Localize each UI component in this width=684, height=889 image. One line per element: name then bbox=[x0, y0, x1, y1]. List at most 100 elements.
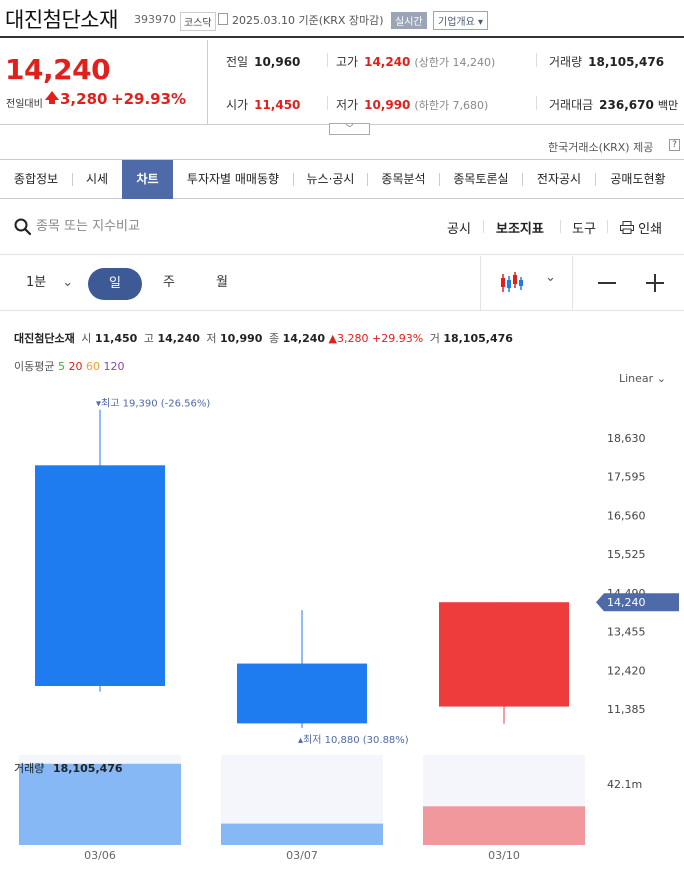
open-label: 시가 bbox=[226, 98, 249, 112]
period-selector: 1분 ⌄ 일 주 월 ⌄ bbox=[0, 256, 684, 311]
tab-investor-trading[interactable]: 투자자별 매매동향 bbox=[173, 160, 293, 199]
price-change-pct: +29.93% bbox=[111, 90, 187, 108]
open-value: 11,450 bbox=[254, 98, 301, 112]
chevron-down-icon[interactable]: ⌄ bbox=[545, 270, 556, 285]
print-label: 인쇄 bbox=[638, 222, 663, 237]
volume-bar bbox=[19, 763, 181, 845]
info-volume-key: 거 bbox=[429, 332, 440, 345]
info-volume: 18,105,476 bbox=[443, 332, 513, 345]
compare-search-input[interactable] bbox=[36, 216, 236, 236]
minute-interval-dropdown[interactable]: 1분 ⌄ bbox=[26, 271, 73, 290]
stock-code: 393970 bbox=[134, 13, 176, 26]
info-close-key: 종 bbox=[268, 332, 280, 345]
expand-toggle-button[interactable]: ﹀ bbox=[329, 123, 370, 135]
y-tick-label: 13,455 bbox=[607, 626, 646, 639]
company-overview-label: 기업개요 bbox=[438, 17, 475, 28]
tab-chart[interactable]: 차트 bbox=[122, 160, 173, 199]
min-annotation: ▴최저 10,880 (30.88%) bbox=[298, 734, 409, 746]
max-annotation: ▾최고 19,390 (-26.56%) bbox=[96, 398, 210, 410]
high-value: 14,240 bbox=[364, 55, 411, 69]
info-low-key: 저 bbox=[206, 332, 217, 345]
y-tick-label: 11,385 bbox=[607, 703, 646, 716]
tab-overview[interactable]: 종합정보 bbox=[0, 160, 72, 199]
base-date: 2025.03.10 기준(KRX 장마감) bbox=[232, 14, 384, 27]
period-week-button[interactable]: 주 bbox=[163, 271, 175, 290]
info-up-icon: ▲ bbox=[328, 332, 338, 345]
tab-short-selling[interactable]: 공매도현황 bbox=[596, 160, 680, 199]
candle-body bbox=[237, 663, 367, 724]
ohlc-info-line: 대진첨단소재 시 11,450 고 14,240 저 10,990 종 14,2… bbox=[14, 330, 513, 346]
lower-limit: (하한가 7,680) bbox=[414, 99, 489, 112]
volume-stat-value: 18,105,476 bbox=[588, 55, 665, 69]
tab-discussion[interactable]: 종목토론실 bbox=[440, 160, 522, 199]
info-change: 3,280 bbox=[337, 332, 369, 345]
x-tick-label: 03/10 bbox=[488, 849, 520, 860]
low-label: 저가 bbox=[336, 98, 359, 112]
limit-up-icon bbox=[45, 91, 59, 100]
source-note: 한국거래소(KRX) 제공 bbox=[548, 141, 654, 154]
tab-e-disclosure[interactable]: 전자공시 bbox=[523, 160, 595, 199]
printer-icon bbox=[620, 221, 634, 234]
info-change-pct: +29.93% bbox=[372, 332, 424, 345]
search-icon[interactable] bbox=[14, 218, 32, 236]
zoom-out-button[interactable] bbox=[598, 282, 616, 284]
volume-bar bbox=[221, 823, 383, 845]
scale-dropdown[interactable]: Linear ⌄ bbox=[619, 372, 666, 385]
market-badge: 코스닥 bbox=[180, 12, 216, 31]
y-tick-label: 17,595 bbox=[607, 471, 646, 484]
help-icon[interactable]: ? bbox=[669, 139, 680, 151]
x-tick-label: 03/06 bbox=[84, 849, 116, 860]
chart-toolbar: 공시 보조지표 도구 인쇄 bbox=[0, 200, 684, 255]
scale-label: Linear bbox=[619, 372, 654, 385]
high-price: 고가 14,240 (상한가 14,240) bbox=[336, 53, 495, 70]
period-month-button[interactable]: 월 bbox=[216, 271, 228, 290]
volume-bar bbox=[423, 806, 585, 845]
tab-news-disclosure[interactable]: 뉴스·공시 bbox=[294, 160, 367, 199]
y-tick-label: 18,630 bbox=[607, 432, 646, 445]
info-open: 11,450 bbox=[94, 332, 138, 345]
info-open-key: 시 bbox=[81, 332, 92, 345]
y-tick-label: 12,420 bbox=[607, 664, 646, 677]
volume-stat: 거래량 18,105,476 bbox=[549, 53, 664, 70]
realtime-badge[interactable]: 실시간 bbox=[391, 12, 427, 29]
stock-name: 대진첨단소재 bbox=[5, 8, 118, 32]
volume-tick-label: 42.1m bbox=[607, 778, 642, 791]
limit-up-icon-bar bbox=[49, 100, 55, 104]
tab-quotes[interactable]: 시세 bbox=[73, 160, 121, 199]
y-tick-label: 16,560 bbox=[607, 509, 646, 522]
tools-button[interactable]: 도구 bbox=[572, 218, 596, 237]
chevron-down-icon: ⌄ bbox=[62, 275, 74, 290]
candle-body bbox=[35, 465, 165, 686]
stock-header: 대진첨단소재 393970 코스닥 2025.03.10 기준(KRX 장마감)… bbox=[0, 0, 684, 38]
zoom-in-icon bbox=[654, 274, 656, 292]
candlestick-type-icon[interactable] bbox=[500, 272, 524, 294]
minute-label: 1분 bbox=[26, 275, 47, 290]
document-icon bbox=[218, 13, 228, 25]
prev-close-label: 전일 bbox=[226, 55, 249, 69]
indicator-button[interactable]: 보조지표 bbox=[496, 218, 544, 237]
disclosure-button[interactable]: 공시 bbox=[447, 218, 471, 237]
amount-value: 236,670 bbox=[599, 98, 654, 112]
volume-stat-label: 거래량 bbox=[549, 55, 583, 69]
trading-amount: 거래대금 236,670 백만 bbox=[549, 96, 678, 113]
amount-unit: 백만 bbox=[657, 99, 679, 112]
x-tick-label: 03/07 bbox=[286, 849, 318, 860]
ma-60: 60 bbox=[85, 360, 100, 373]
current-price-tag: 14,240 bbox=[607, 596, 646, 609]
print-button[interactable]: 인쇄 bbox=[620, 218, 662, 237]
info-high: 14,240 bbox=[157, 332, 200, 345]
moving-average-legend[interactable]: 이동평균 5 20 60 120 bbox=[14, 358, 124, 374]
ma-120: 120 bbox=[103, 360, 125, 373]
volume-value: 18,105,476 bbox=[53, 762, 123, 775]
period-day-button[interactable]: 일 bbox=[88, 268, 142, 300]
upper-limit: (상한가 14,240) bbox=[414, 56, 496, 69]
company-overview-dropdown[interactable]: 기업개요 ▾ bbox=[433, 11, 489, 30]
info-high-key: 고 bbox=[143, 332, 154, 345]
price-chart[interactable]: 18,63017,59516,56015,52514,49013,45512,4… bbox=[0, 390, 684, 860]
chevron-down-icon: ﹀ bbox=[345, 124, 354, 133]
prev-close: 전일 10,960 bbox=[226, 53, 300, 70]
current-price: 14,240 bbox=[5, 53, 111, 86]
ma-20: 20 bbox=[68, 360, 83, 373]
amount-label: 거래대금 bbox=[549, 98, 594, 112]
tab-stock-analysis[interactable]: 종목분석 bbox=[368, 160, 439, 199]
